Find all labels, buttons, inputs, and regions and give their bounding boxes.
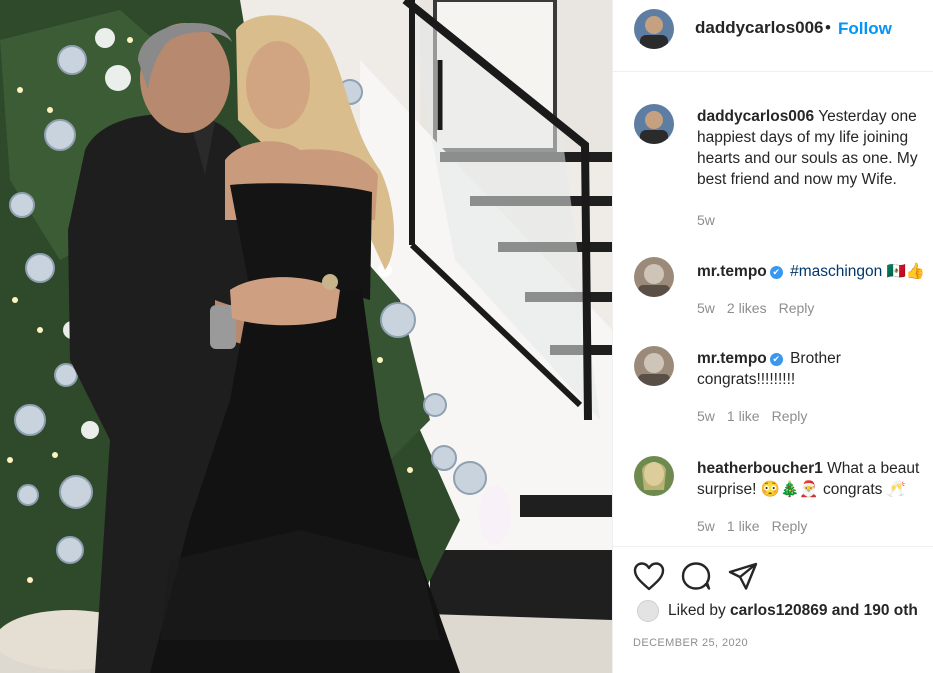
avatar[interactable] (634, 257, 674, 297)
comment-likes[interactable]: 1 like (727, 518, 760, 534)
comment-username[interactable]: mr.tempo (697, 350, 767, 367)
post-sidebar: daddycarlos006 • Follow daddycarlos006 Y… (612, 0, 933, 673)
liked-by-others[interactable]: and 190 oth (832, 602, 918, 619)
comment-line: congrats!!!!!!!!! (697, 371, 796, 388)
comment-line: What a beaut (827, 460, 920, 477)
comment-line: surprise! 😳🎄🎅 congrats 🥂 (697, 481, 907, 498)
liked-by-prefix: Liked by (668, 602, 726, 619)
caption-meta: 5w (697, 212, 727, 228)
avatar[interactable] (634, 9, 674, 49)
hashtag-link[interactable]: #maschingon 🇲🇽👍 (790, 263, 925, 280)
comment-time[interactable]: 5w (697, 300, 715, 316)
reply-button[interactable]: Reply (772, 518, 808, 534)
share-icon[interactable] (727, 561, 759, 591)
post-photo-illustration (0, 0, 612, 673)
heart-icon[interactable] (633, 561, 665, 591)
avatar[interactable] (634, 104, 674, 144)
comment-meta: 5w 2 likes Reply (697, 300, 826, 316)
comment-text: heatherboucher1 What a beaut surprise! 😳… (697, 458, 933, 500)
avatar[interactable] (634, 456, 674, 496)
post-username[interactable]: daddycarlos006 (695, 18, 824, 38)
comment-time[interactable]: 5w (697, 518, 715, 534)
avatar-image (634, 9, 674, 49)
caption-username[interactable]: daddycarlos006 (697, 108, 814, 125)
comment-likes[interactable]: 1 like (727, 408, 760, 424)
avatar-image (634, 104, 674, 144)
caption-time[interactable]: 5w (697, 212, 715, 228)
comment-text: mr.tempo ✔ #maschingon 🇲🇽👍 (697, 261, 933, 282)
avatar-image (634, 456, 674, 496)
caption-line: hearts and our souls as one. My (697, 150, 918, 167)
post-date[interactable]: DECEMBER 25, 2020 (633, 637, 748, 649)
liked-by-text: Liked by carlos120869 and 190 oth (668, 602, 918, 620)
post-header: daddycarlos006 • Follow (613, 0, 933, 72)
comment-line: Brother (790, 350, 841, 367)
caption-line: Yesterday one (818, 108, 917, 125)
caption-line: best friend and now my Wife. (697, 171, 897, 188)
avatar-image (634, 257, 674, 297)
reply-button[interactable]: Reply (772, 408, 808, 424)
comment-icon[interactable] (680, 561, 712, 591)
avatar[interactable] (634, 346, 674, 386)
follow-button[interactable]: Follow (838, 19, 892, 39)
comment-meta: 5w 1 like Reply (697, 408, 819, 424)
liked-by-user[interactable]: carlos120869 (730, 602, 827, 619)
comment-text: mr.tempo ✔ Brother congrats!!!!!!!!! (697, 348, 933, 390)
caption-text: daddycarlos006 Yesterday one happiest da… (697, 106, 933, 190)
caption-line: happiest days of my life joining (697, 129, 909, 146)
liker-avatar[interactable] (637, 600, 659, 622)
comment-time[interactable]: 5w (697, 408, 715, 424)
comment-username[interactable]: mr.tempo (697, 263, 767, 280)
verified-badge-icon: ✔ (769, 353, 783, 366)
separator-dot: • (825, 18, 831, 37)
avatar-image (634, 346, 674, 386)
post-actions: Liked by carlos120869 and 190 oth DECEMB… (613, 546, 933, 673)
reply-button[interactable]: Reply (779, 300, 815, 316)
post-photo[interactable] (0, 0, 612, 673)
comment-username[interactable]: heatherboucher1 (697, 460, 823, 477)
comment-likes[interactable]: 2 likes (727, 300, 767, 316)
verified-badge-icon: ✔ (769, 266, 783, 279)
comment-meta: 5w 1 like Reply (697, 518, 819, 534)
